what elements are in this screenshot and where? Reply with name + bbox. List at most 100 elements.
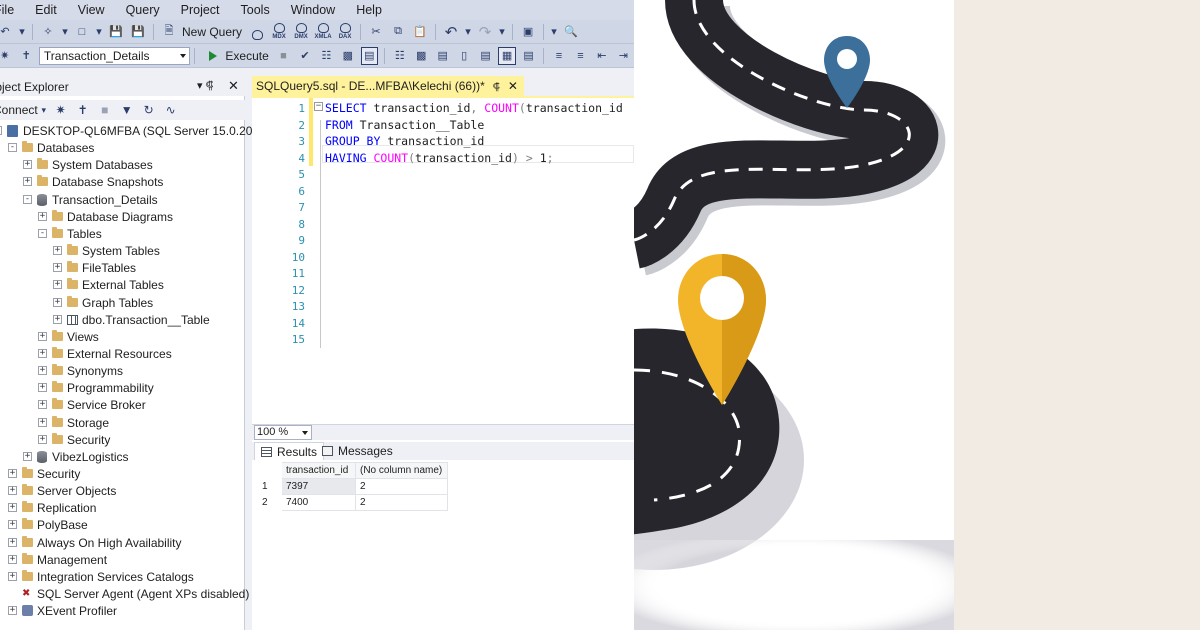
expand-icon[interactable]: + [8, 520, 17, 529]
tree-node[interactable]: + Security [38, 431, 110, 448]
collapse-icon[interactable]: - [0, 126, 2, 135]
expand-icon[interactable]: + [38, 212, 47, 221]
tree-node[interactable]: + PolyBase [8, 516, 88, 533]
menu-project[interactable]: Project [181, 3, 220, 17]
code-line[interactable]: FROM Transaction__Table [325, 118, 484, 132]
column-header[interactable]: (No column name) [355, 462, 448, 479]
tree-node[interactable]: + dbo.Transaction__Table [53, 311, 210, 328]
tree-node[interactable]: + Integration Services Catalogs [8, 568, 194, 585]
client-statistics-icon[interactable]: ▯ [455, 47, 472, 65]
actual-plan-icon[interactable]: ▩ [413, 47, 430, 65]
available-databases-select[interactable]: Transaction_Details [38, 46, 191, 65]
connect-button[interactable]: Connect [0, 103, 38, 117]
expand-icon[interactable]: + [38, 349, 47, 358]
collapse-icon[interactable]: - [8, 143, 17, 152]
table-row[interactable]: 1 7397 2 [257, 478, 448, 495]
expand-icon[interactable]: + [8, 606, 17, 615]
execute-button[interactable]: Execute [225, 49, 268, 63]
zoom-select[interactable]: 100 % [254, 425, 312, 440]
mdx-query-icon[interactable]: MDX [269, 23, 289, 41]
row-number[interactable]: 2 [257, 494, 282, 511]
query-options-icon[interactable]: ▤ [360, 46, 379, 65]
disconnect-icon[interactable]: ✝ [74, 101, 92, 119]
expand-icon[interactable]: + [53, 280, 62, 289]
activity-icon[interactable]: ∿ [162, 101, 180, 119]
expand-icon[interactable]: + [8, 503, 17, 512]
collapse-icon[interactable]: - [38, 229, 47, 238]
tab-messages[interactable]: Messages [316, 442, 399, 460]
expand-icon[interactable]: + [38, 366, 47, 375]
chevron-down-icon[interactable]: ▾ [40, 101, 48, 119]
menu-file[interactable]: File [0, 3, 14, 17]
expand-icon[interactable]: + [38, 383, 47, 392]
tree-node[interactable]: + Database Diagrams [38, 208, 173, 225]
tree-node[interactable]: - Databases [8, 139, 94, 156]
dropdown-arrow-icon[interactable]: ▾ [464, 23, 472, 41]
execute-play-icon[interactable] [209, 50, 218, 61]
dropdown-arrow-icon[interactable]: ▾ [95, 23, 103, 41]
close-icon[interactable]: ✕ [508, 79, 518, 93]
cell-count[interactable]: 2 [355, 494, 448, 511]
expand-icon[interactable]: + [8, 555, 17, 564]
paste-icon[interactable]: 📋 [411, 23, 429, 41]
cell-transaction-id[interactable]: 7397 [281, 478, 356, 495]
menu-view[interactable]: View [78, 3, 105, 17]
tab-sqlquery5[interactable]: SQLQuery5.sql - DE...MFBA\Kelechi (66))*… [252, 76, 524, 96]
expand-icon[interactable]: + [23, 160, 32, 169]
add-item-icon[interactable]: □ [73, 23, 91, 41]
close-icon[interactable]: ✕ [228, 78, 239, 94]
undo-icon[interactable]: ↶ [442, 23, 460, 41]
dax-query-icon[interactable]: DAX [335, 23, 355, 41]
tree-node[interactable]: + Database Snapshots [23, 173, 163, 190]
tree-node[interactable]: - Tables [38, 225, 102, 242]
new-project-icon[interactable]: ✧ [39, 23, 57, 41]
dropdown-arrow-icon[interactable]: ▾ [498, 23, 506, 41]
expand-icon[interactable]: + [8, 572, 17, 581]
cell-count[interactable]: 2 [355, 478, 448, 495]
find-combo-arrow-icon[interactable]: ▾ [550, 23, 558, 41]
tree-node[interactable]: + Replication [8, 499, 96, 516]
tree-node[interactable]: + Security [8, 465, 80, 482]
tree-node[interactable]: + Always On High Availability [8, 534, 182, 551]
code-line[interactable]: SELECT transaction_id, COUNT(transaction… [325, 101, 623, 115]
copy-icon[interactable]: ⧉ [389, 23, 407, 41]
expand-icon[interactable]: + [53, 246, 62, 255]
tree-node[interactable]: + Storage [38, 414, 109, 431]
change-connection-icon[interactable]: ✝ [17, 47, 34, 65]
cut-icon[interactable]: ✂ [367, 23, 385, 41]
save-icon[interactable]: 💾 [107, 23, 125, 41]
expand-icon[interactable]: + [53, 298, 62, 307]
cancel-query-icon[interactable]: ■ [275, 47, 292, 65]
results-to-text-icon[interactable]: ▤ [477, 47, 494, 65]
tree-node[interactable]: ✖ SQL Server Agent (Agent XPs disabled) [8, 585, 249, 602]
tree-node[interactable]: + External Resources [38, 345, 172, 362]
tree-node[interactable]: + System Databases [23, 156, 153, 173]
expand-icon[interactable]: + [8, 469, 17, 478]
tree-node[interactable]: + VibezLogistics [23, 448, 129, 465]
increase-indent-icon[interactable]: ⇥ [615, 47, 632, 65]
tree-node[interactable]: - Transaction_Details [23, 191, 158, 208]
column-header[interactable]: transaction_id [281, 462, 356, 479]
expand-icon[interactable]: + [23, 452, 32, 461]
database-engine-query-icon[interactable] [247, 23, 267, 41]
xmla-query-icon[interactable]: XMLA [313, 23, 333, 41]
code-line[interactable]: GROUP BY transaction_id [325, 134, 484, 148]
results-to-grid-icon[interactable]: ▦ [498, 46, 516, 65]
menu-query[interactable]: Query [126, 3, 160, 17]
dropdown-arrow-icon[interactable]: ▾ [61, 23, 69, 41]
menu-window[interactable]: Window [291, 3, 335, 17]
tree-node[interactable]: + Graph Tables [53, 294, 153, 311]
collapse-region-icon[interactable]: − [314, 102, 323, 111]
collapse-icon[interactable]: - [23, 195, 32, 204]
pin-icon[interactable]: ⸿ [493, 79, 500, 93]
intellisense-icon[interactable]: ☷ [391, 47, 408, 65]
tree-node[interactable]: + Server Objects [8, 482, 116, 499]
tree-node[interactable]: + Views [38, 328, 99, 345]
tab-results[interactable]: Results [254, 442, 325, 460]
expand-icon[interactable]: + [8, 486, 17, 495]
tree-node[interactable]: + Service Broker [38, 396, 146, 413]
tree-node[interactable]: + XEvent Profiler [8, 602, 117, 619]
cell-transaction-id[interactable]: 7400 [281, 494, 356, 511]
expand-icon[interactable]: + [23, 177, 32, 186]
row-number[interactable]: 1 [257, 478, 282, 495]
